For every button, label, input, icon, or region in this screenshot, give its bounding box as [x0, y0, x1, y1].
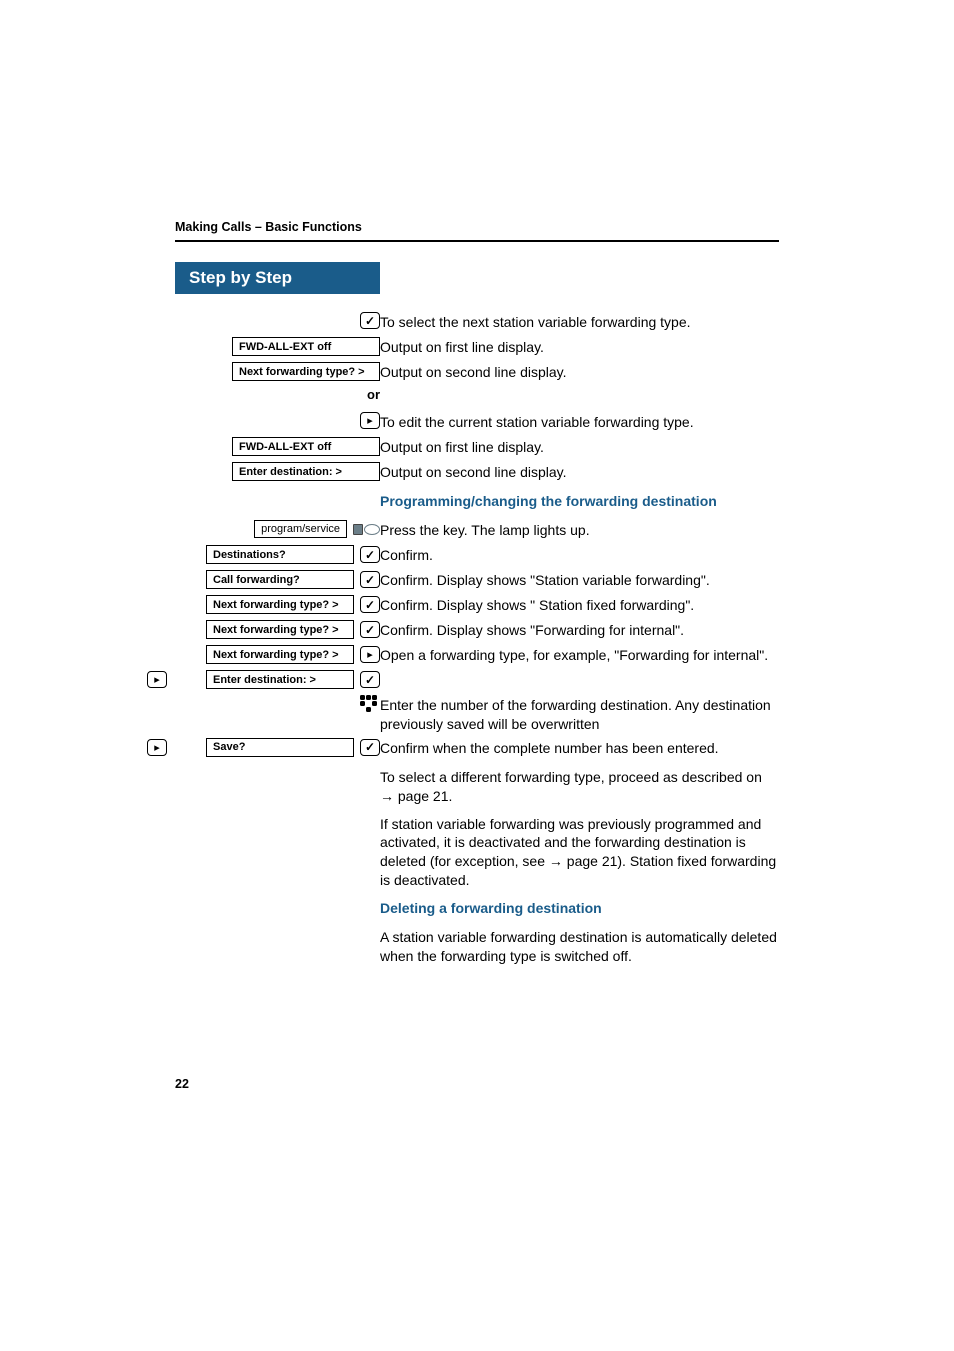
section-heading-deleting: Deleting a forwarding destination	[380, 898, 779, 918]
step-by-step-heading: Step by Step	[175, 262, 380, 294]
page-number: 22	[175, 1077, 189, 1091]
instruction-text: Output on first line display.	[380, 337, 779, 357]
paragraph-text: To select a different forwarding type, p…	[380, 767, 779, 806]
instruction-text: To select the next station variable forw…	[380, 312, 779, 332]
or-separator: or	[175, 387, 380, 402]
confirm-check-icon[interactable]	[360, 312, 380, 329]
instruction-text: Confirm. Display shows " Station fixed f…	[380, 595, 779, 615]
confirm-check-icon[interactable]	[360, 671, 380, 688]
display-option: Enter destination: >	[206, 670, 354, 689]
keypad-icon[interactable]	[360, 695, 380, 712]
confirm-check-icon[interactable]	[360, 571, 380, 588]
display-option: Call forwarding?	[206, 570, 354, 589]
scroll-forward-icon[interactable]	[147, 739, 167, 756]
display-option: Next forwarding type? >	[206, 620, 354, 639]
display-line-2: Enter destination: >	[232, 462, 380, 481]
display-line-2: Next forwarding type? >	[232, 362, 380, 381]
instruction-text: Confirm.	[380, 545, 779, 565]
instruction-text: Confirm. Display shows "Forwarding for i…	[380, 620, 779, 640]
page-ref-link[interactable]: page 21	[549, 853, 618, 869]
confirm-check-icon[interactable]	[360, 739, 380, 756]
display-option: Next forwarding type? >	[206, 645, 354, 664]
program-service-key-label[interactable]: program/service	[254, 520, 347, 538]
instruction-text: Confirm when the complete number has bee…	[380, 738, 779, 758]
paragraph-text: A station variable forwarding destinatio…	[380, 927, 779, 966]
instruction-text: To edit the current station variable for…	[380, 412, 779, 432]
instruction-text: Output on second line display.	[380, 462, 779, 482]
scroll-forward-icon[interactable]	[147, 671, 167, 688]
instruction-text: Output on second line display.	[380, 362, 779, 382]
instruction-text: Press the key. The lamp lights up.	[380, 520, 779, 540]
key-lamp-icon	[353, 524, 380, 535]
breadcrumb: Making Calls – Basic Functions	[175, 220, 779, 234]
display-option: Next forwarding type? >	[206, 595, 354, 614]
section-heading-programming: Programming/changing the forwarding dest…	[380, 491, 779, 511]
display-line-1: FWD-ALL-EXT off	[232, 337, 380, 356]
display-option: Destinations?	[206, 545, 354, 564]
instruction-text: Confirm. Display shows "Station variable…	[380, 570, 779, 590]
instruction-text: Open a forwarding type, for example, "Fo…	[380, 645, 779, 665]
confirm-check-icon[interactable]	[360, 596, 380, 613]
confirm-check-icon[interactable]	[360, 621, 380, 638]
instruction-text: Enter the number of the forwarding desti…	[380, 695, 779, 734]
header-rule	[175, 240, 779, 242]
confirm-check-icon[interactable]	[360, 546, 380, 563]
display-option: Save?	[206, 738, 354, 757]
display-line-1: FWD-ALL-EXT off	[232, 437, 380, 456]
instruction-text: Output on first line display.	[380, 437, 779, 457]
scroll-forward-icon[interactable]	[360, 412, 380, 429]
page-ref-link[interactable]: page 21	[380, 788, 449, 804]
scroll-forward-icon[interactable]	[360, 646, 380, 663]
paragraph-text: If station variable forwarding was previ…	[380, 814, 779, 891]
